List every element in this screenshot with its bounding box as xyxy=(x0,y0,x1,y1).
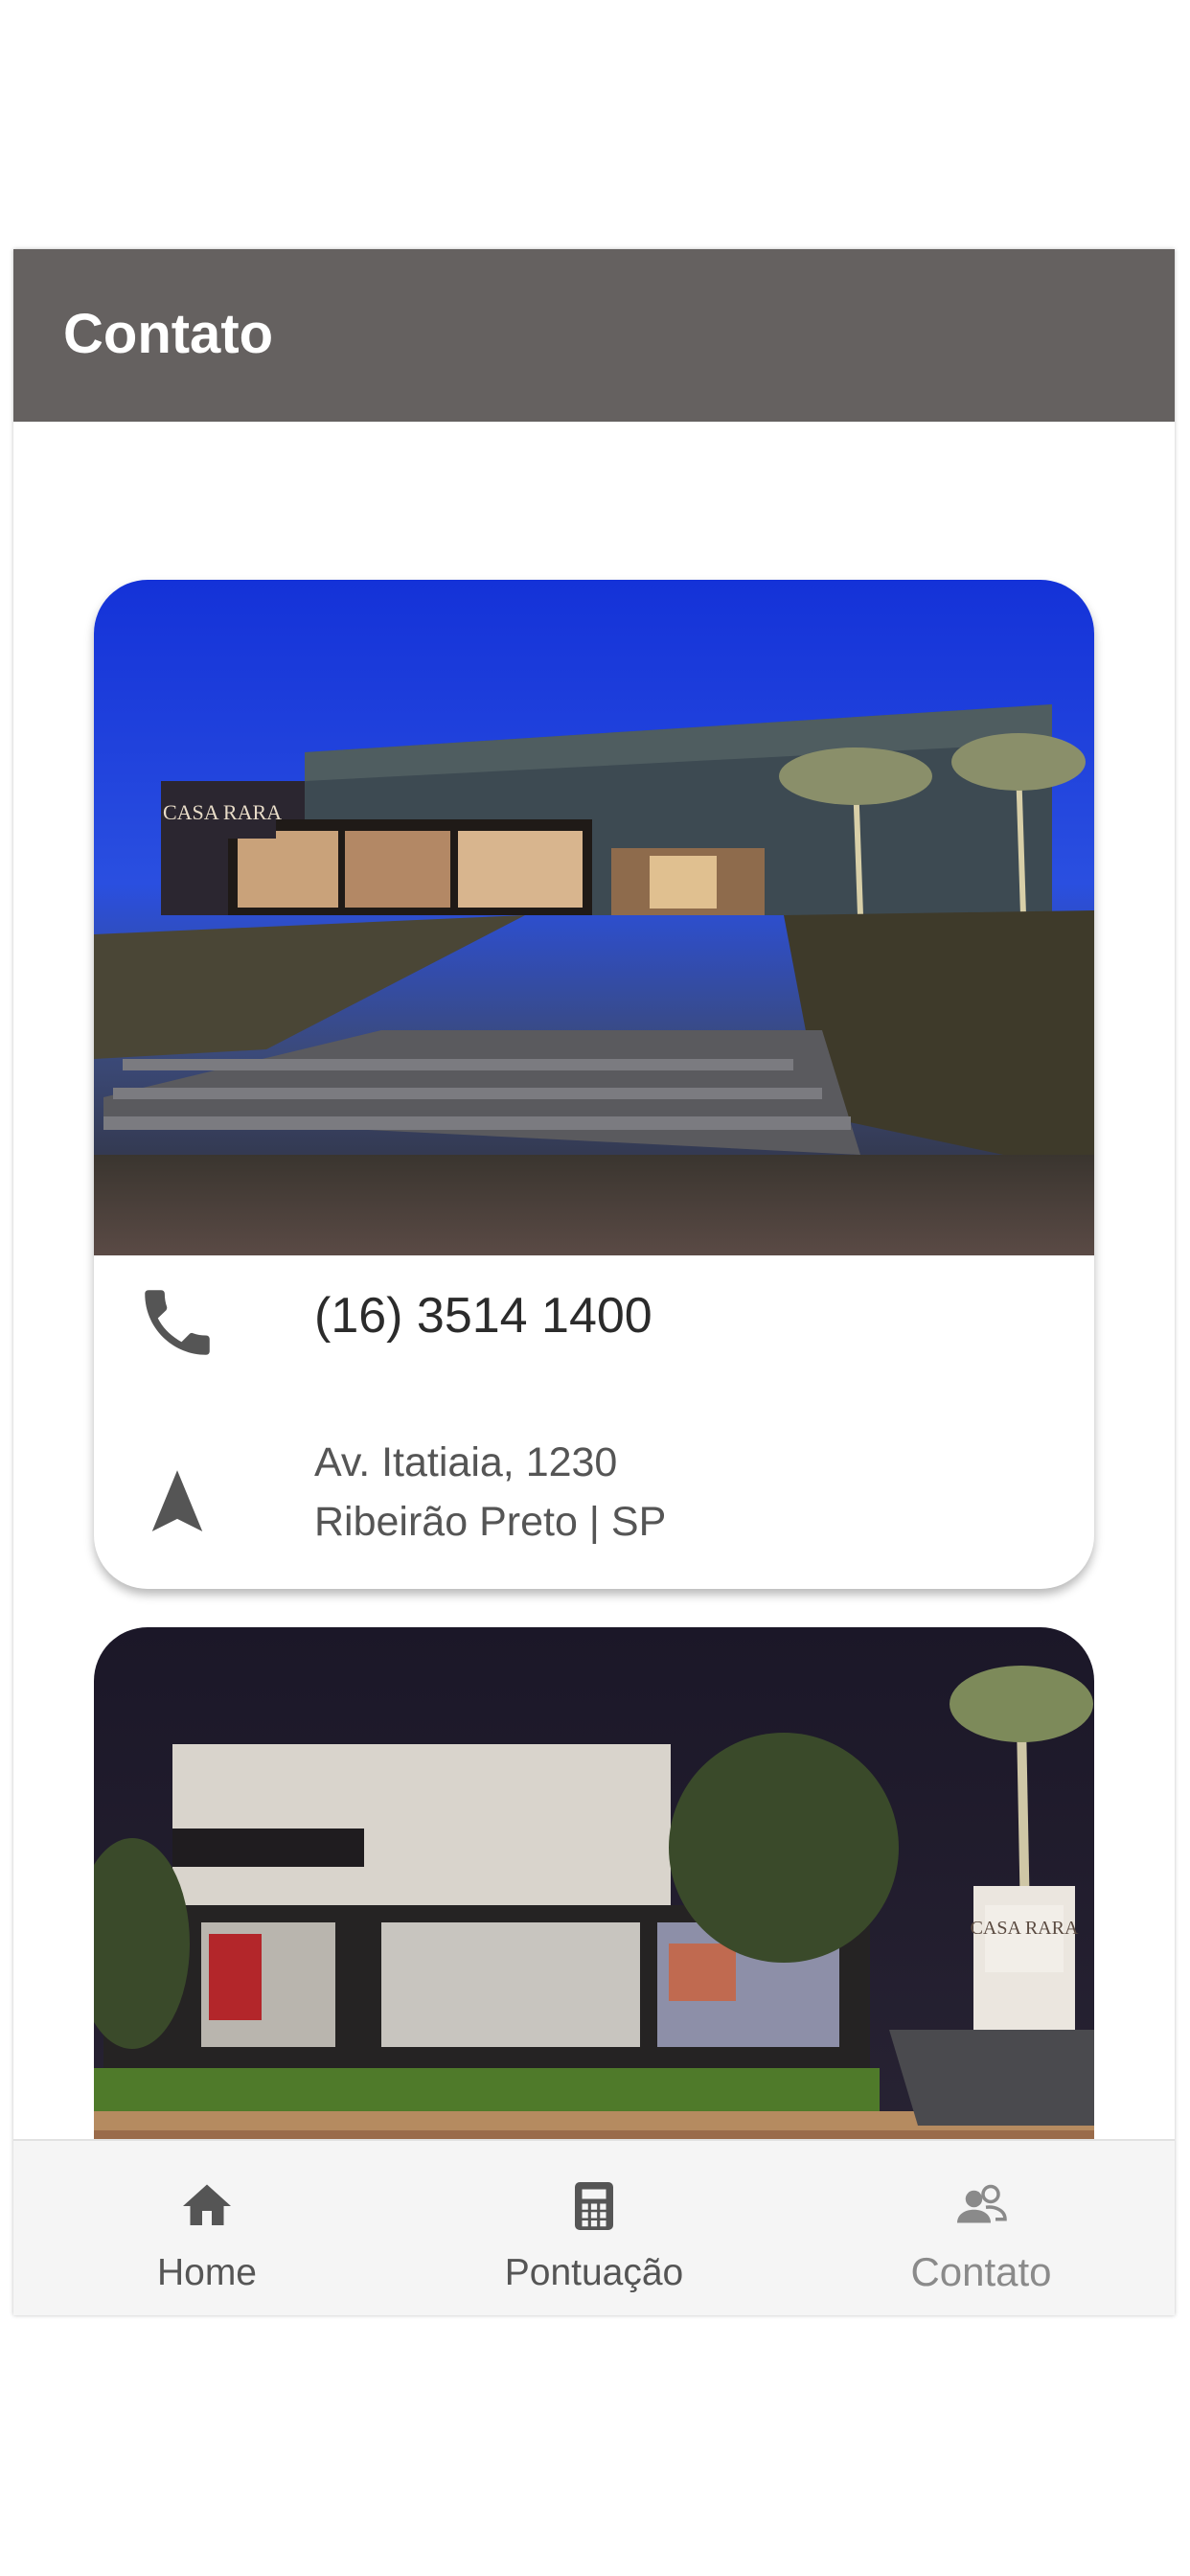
nav-home[interactable]: Home xyxy=(13,2141,400,2315)
nav-contato[interactable]: Contato xyxy=(788,2141,1175,2315)
bottom-navigation: Home Pontuação Contato xyxy=(13,2139,1175,2315)
navigation-arrow-icon xyxy=(151,1470,203,1531)
home-icon xyxy=(183,2184,231,2225)
nav-pontuacao-label: Pontuação xyxy=(504,2252,684,2293)
store-photo: CASA RARA xyxy=(94,580,1094,1255)
sign-text: CASA RARA xyxy=(971,1918,1079,1939)
address-city: Ribeirão Preto | SP xyxy=(314,1499,667,1545)
nav-home-label: Home xyxy=(156,2252,258,2293)
address-street: Av. Itatiaia, 1230 xyxy=(314,1439,618,1485)
address-row[interactable]: Av. Itatiaia, 1230 Ribeirão Preto | SP xyxy=(94,1442,1094,1567)
sign-text: CASA RARA xyxy=(163,800,282,824)
phone-row[interactable]: (16) 3514 1400 xyxy=(94,1270,1094,1385)
nav-contato-label: Contato xyxy=(910,2249,1052,2294)
nav-pontuacao[interactable]: Pontuação xyxy=(400,2141,788,2315)
page-title: Contato xyxy=(63,303,274,365)
calculator-icon xyxy=(575,2182,613,2230)
app-bar: Contato xyxy=(13,249,1175,422)
location-card[interactable]: CASA RARA xyxy=(94,580,1094,1589)
contacts-icon xyxy=(957,2184,1007,2223)
phone-number[interactable]: (16) 3514 1400 xyxy=(314,1291,652,1341)
phone-icon xyxy=(145,1290,210,1355)
app-frame: Contato CASA RARA (16) 3514 1400 Av. Ita… xyxy=(13,249,1175,2315)
